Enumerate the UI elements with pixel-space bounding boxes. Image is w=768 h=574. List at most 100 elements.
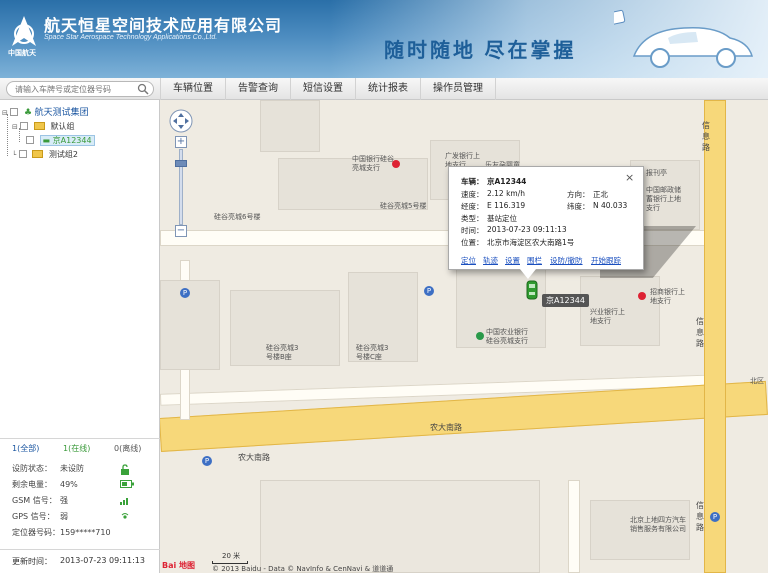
gps-label: GPS 信号：	[12, 512, 55, 521]
count-offline[interactable]: 0(离线)	[114, 443, 141, 454]
vehicle-map-label[interactable]: 京A12344	[542, 294, 589, 307]
zoom-slider-handle[interactable]	[175, 160, 187, 167]
poi-label[interactable]: 中国邮政储蓄银行上地支行	[646, 186, 686, 213]
tree-group-label: 默认组	[50, 122, 75, 131]
latitude-value: N 40.033	[593, 201, 628, 210]
gsm-row: GSM 信号： 强	[12, 494, 152, 508]
folder-icon	[33, 122, 45, 130]
tree-connector	[7, 114, 8, 156]
scale-label: 20 米	[222, 552, 241, 560]
tree-checkbox[interactable]	[26, 136, 34, 144]
bank-icon[interactable]	[638, 292, 646, 300]
sidebar: ⊟ ♣ 航天测试集团 ⊟ 默认组 ▬ 京A12344 └ 测试组2 1(全部) …	[0, 100, 160, 573]
road-label: 信息路	[702, 121, 710, 152]
heading-label: 方向：	[567, 190, 590, 199]
longitude-label: 经度：	[461, 202, 484, 211]
parking-icon: P	[424, 286, 434, 296]
tree-checkbox[interactable]	[20, 122, 29, 130]
fence-link[interactable]: 围栏	[527, 255, 542, 266]
logo-text: 中国航天	[8, 50, 36, 57]
update-time-row: 更新时间： 2013-07-23 09:11:13	[0, 549, 160, 573]
tab-sms-settings[interactable]: 短信设置	[290, 78, 355, 100]
tab-alarm-query[interactable]: 告警查询	[225, 78, 290, 100]
gsm-value: 强	[60, 496, 68, 505]
parking-icon: P	[180, 288, 190, 298]
plate-value: 京A12344	[487, 177, 527, 186]
zoom-in-button[interactable]: +	[175, 136, 187, 148]
tree-collapse-icon[interactable]: ⊟	[2, 109, 8, 117]
start-tracking-link[interactable]: 开始跟踪	[591, 255, 621, 266]
parking-icon: P	[710, 512, 720, 522]
tree-collapse-icon[interactable]: ⊟	[12, 123, 18, 131]
folder-icon	[32, 150, 44, 158]
tree-checkbox[interactable]	[10, 108, 19, 116]
count-online[interactable]: 1(在线)	[63, 443, 90, 454]
tree-expand-icon[interactable]: └	[12, 151, 16, 159]
defense-value: 未设防	[60, 464, 84, 473]
poi-label[interactable]: 中国农业银行硅谷亮城支行	[486, 328, 534, 346]
tab-statistics[interactable]: 统计报表	[355, 78, 420, 100]
poi-label[interactable]: 招商银行上地支行	[650, 288, 686, 306]
arm-disarm-link[interactable]: 设防/撤防	[550, 255, 583, 266]
tab-operator-management[interactable]: 操作员管理	[420, 78, 496, 100]
company-name-en: Space Star Aerospace Technology Applicat…	[44, 34, 218, 41]
road-label: 信息路	[696, 501, 704, 532]
gsm-label: GSM 信号：	[12, 496, 57, 505]
locate-link[interactable]: 定位	[461, 255, 476, 266]
speed-value: 2.12 km/h	[487, 189, 526, 198]
map-building	[160, 280, 220, 370]
poi-label[interactable]: 硅谷亮城3号楼B座	[266, 344, 304, 362]
tree-group-test2[interactable]: └ 测试组2	[12, 148, 78, 162]
poi-label[interactable]: 硅谷亮城6号楼	[214, 212, 260, 222]
count-all[interactable]: 1(全部)	[12, 443, 39, 454]
search-input[interactable]	[15, 83, 133, 96]
poi-label[interactable]: 兴业银行上地支行	[590, 308, 630, 326]
locator-label: 定位器号码：	[12, 528, 60, 537]
map-road	[568, 480, 580, 573]
zoom-out-button[interactable]: −	[175, 225, 187, 237]
locator-row: 定位器号码： 159*****710	[12, 526, 152, 540]
company-name: 航天恒星空间技术应用有限公司	[44, 18, 283, 35]
bank-icon[interactable]	[392, 160, 400, 168]
top-toolbar: 车辆位置 告警查询 短信设置 统计报表 操作员管理	[0, 78, 768, 100]
tree-root[interactable]: ⊟ ♣ 航天测试集团	[2, 106, 89, 120]
locator-value: 159*****710	[60, 528, 111, 537]
close-icon[interactable]: ×	[625, 171, 634, 184]
road-label: 农大南路	[430, 423, 462, 432]
tab-vehicle-position[interactable]: 车辆位置	[160, 78, 225, 100]
battery-icon	[120, 480, 134, 488]
speed-label: 速度：	[461, 190, 484, 199]
defense-status-row: 设防状态： 未设防	[12, 462, 152, 476]
bank-icon[interactable]	[476, 332, 484, 340]
poi-label[interactable]: 硅谷亮城3号楼C座	[356, 344, 394, 362]
logo-icon	[12, 16, 36, 46]
poi-label[interactable]: 硅谷亮城5号楼	[380, 201, 426, 211]
plate-label: 车辆：	[461, 177, 484, 186]
map-main-road-vertical	[704, 100, 726, 573]
tree-checkbox[interactable]	[18, 150, 27, 158]
battery-label: 剩余电量：	[12, 480, 52, 489]
signal-icon	[120, 498, 128, 505]
update-label: 更新时间：	[12, 557, 52, 566]
track-link[interactable]: 轨迹	[483, 255, 498, 266]
map-building	[260, 100, 320, 152]
gps-row: GPS 信号： 弱	[12, 510, 152, 524]
settings-link[interactable]: 设置	[505, 255, 520, 266]
poi-label[interactable]: 中国银行硅谷亮城支行	[352, 155, 396, 173]
time-value: 2013-07-23 09:11:13	[487, 225, 567, 234]
parking-icon: P	[202, 456, 212, 466]
search-icon[interactable]	[137, 83, 149, 95]
vehicle-marker-icon[interactable]	[526, 280, 538, 300]
location-value: 北京市海淀区农大南路1号	[487, 238, 575, 247]
popup-pointer	[520, 269, 536, 279]
baidu-logo-icon: Bai 地图	[162, 561, 196, 570]
poi-label[interactable]: 北京上地四方汽车销售服务有限公司	[630, 516, 690, 534]
battery-value: 49%	[60, 480, 78, 489]
poi-label[interactable]: 北区	[750, 376, 764, 386]
pan-control-icon[interactable]	[168, 108, 194, 134]
tree-group-default[interactable]: ⊟ 默认组	[12, 120, 75, 134]
main-tabs: 车辆位置 告警查询 短信设置 统计报表 操作员管理	[160, 78, 496, 100]
defense-label: 设防状态：	[12, 464, 52, 473]
tree-vehicle-item[interactable]: ▬ 京A12344	[26, 134, 95, 148]
poi-label[interactable]: 报刊亭	[646, 168, 667, 178]
